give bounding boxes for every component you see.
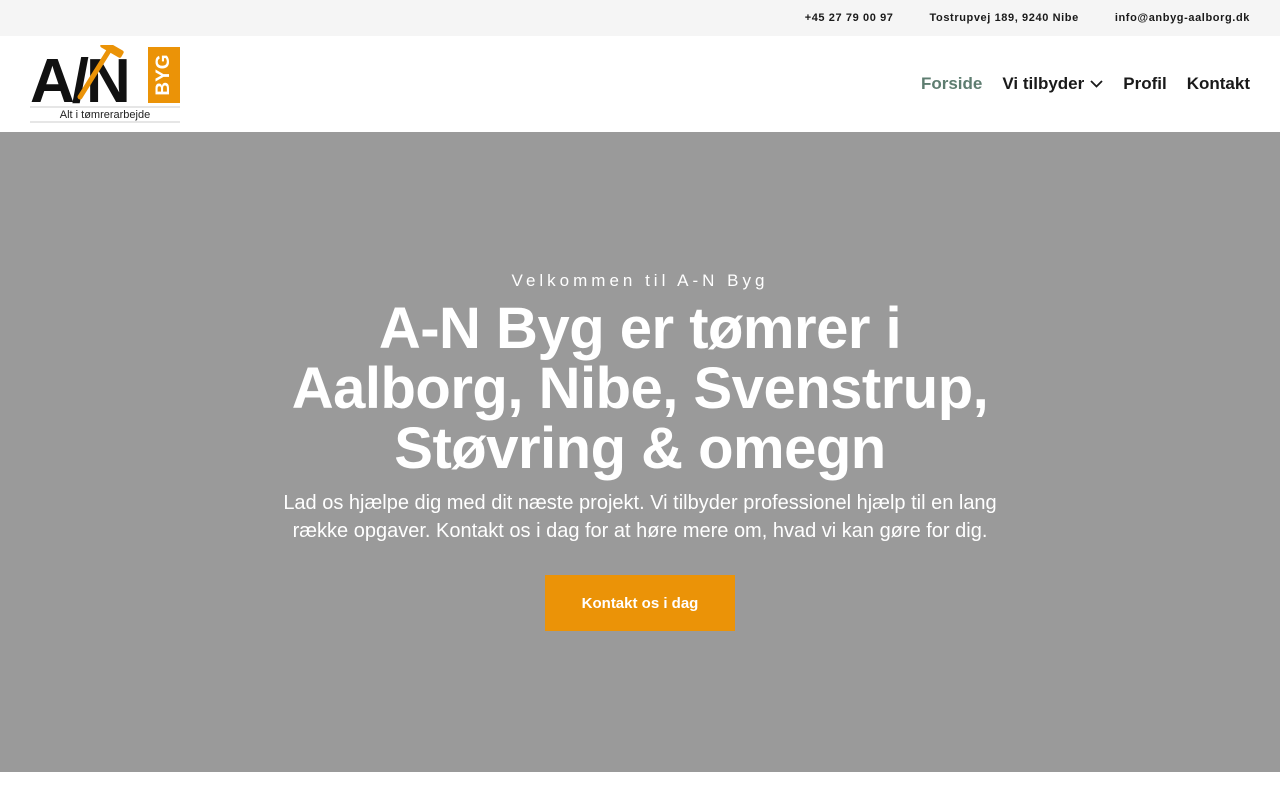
top-contact-bar: +45 27 79 00 97 Tostrupvej 189, 9240 Nib… (0, 0, 1280, 36)
nav-item-kontakt[interactable]: Kontakt (1187, 74, 1250, 94)
nav-item-label: Vi tilbyder (1002, 74, 1085, 93)
site-header: BYG A/N Alt i tømrerarbejde Forside Vi t… (0, 36, 1280, 132)
main-nav: Forside Vi tilbyder Profil Kontakt (901, 74, 1250, 94)
hero-eyebrow: Velkommen til A-N Byg (511, 271, 769, 290)
hero-section: Velkommen til A-N Byg A-N Byg er tømrer … (0, 132, 1280, 772)
phone-link[interactable]: +45 27 79 00 97 (805, 12, 894, 24)
email-link[interactable]: info@anbyg-aalborg.dk (1115, 12, 1250, 24)
address-link[interactable]: Tostrupvej 189, 9240 Nibe (930, 12, 1079, 24)
nav-item-profil[interactable]: Profil (1123, 74, 1166, 94)
company-logo[interactable]: BYG A/N Alt i tømrerarbejde (30, 45, 180, 123)
nav-item-forside[interactable]: Forside (921, 74, 982, 94)
logo-badge-text: BYG (153, 54, 174, 95)
hero-title: A-N Byg er tømrer i Aalborg, Nibe, Svens… (291, 296, 989, 481)
nav-item-vi-tilbyder[interactable]: Vi tilbyder (1002, 74, 1103, 94)
nav-item-label: Kontakt (1186, 74, 1250, 93)
chevron-down-icon (1090, 80, 1103, 88)
nav-item-label: Forside (920, 74, 983, 93)
hero-lead: Lad os hjælpe dig med dit næste projekt.… (283, 492, 997, 542)
logo-wordmark: A/N (30, 47, 128, 116)
logo-tagline: Alt i tømrerarbejde (60, 109, 150, 121)
nav-item-label: Profil (1123, 74, 1167, 93)
contact-cta-button[interactable]: Kontakt os i dag (545, 575, 735, 631)
